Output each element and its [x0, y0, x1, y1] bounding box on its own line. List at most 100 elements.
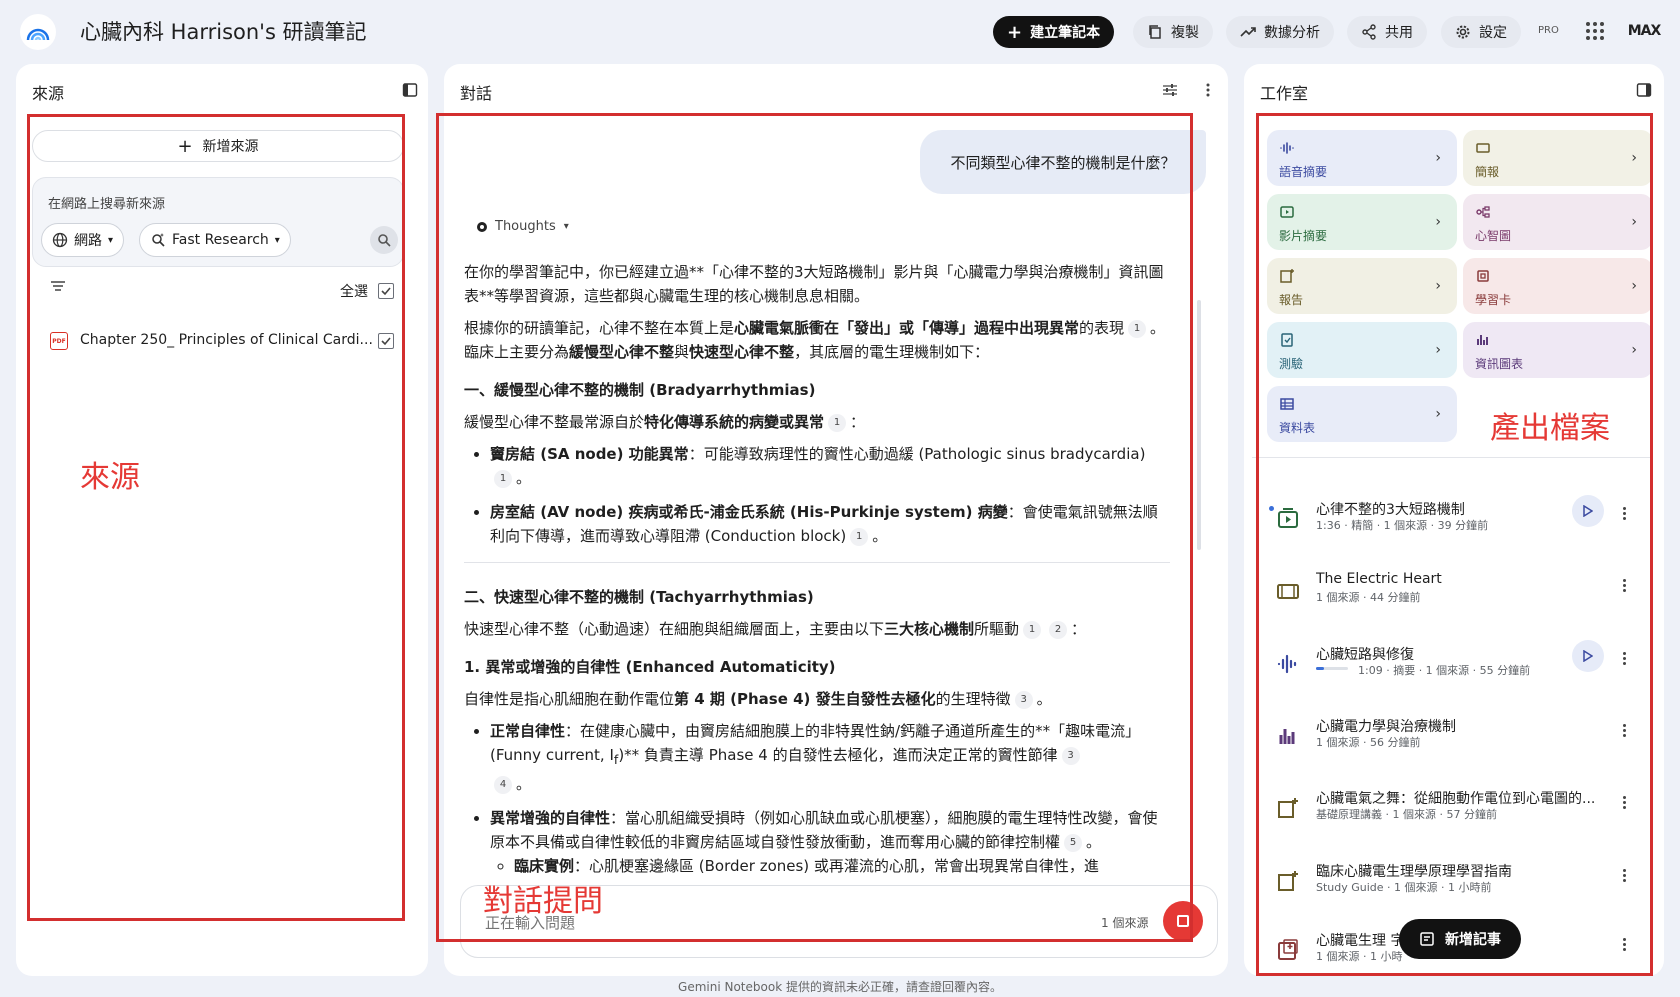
studio-tile-audio-wave[interactable]: 語音摘要 › — [1267, 130, 1457, 186]
artifact-title: The Electric Heart — [1316, 571, 1442, 587]
thoughts-toggle[interactable]: Thoughts ▾ — [477, 219, 569, 234]
filter-icon[interactable] — [50, 278, 66, 292]
studio-tile-label: 資料表 — [1279, 421, 1316, 435]
artifact-meta: 1 個來源 · 1 小時 — [1316, 950, 1403, 963]
studio-tile-report[interactable]: 報告 › — [1267, 258, 1457, 314]
source-item-checkbox[interactable] — [378, 333, 394, 349]
studio-tile-label: 影片摘要 — [1279, 229, 1328, 243]
source-count: 1 個來源 — [1101, 916, 1149, 930]
play-button[interactable] — [1572, 495, 1604, 527]
studio-tile-mindmap[interactable]: 心智圖 › — [1463, 194, 1653, 250]
chevron-right-icon: › — [1435, 214, 1441, 230]
stop-generation-button[interactable] — [1163, 901, 1203, 941]
citation-chip[interactable]: 1 — [1023, 620, 1042, 639]
search-icon — [378, 234, 391, 247]
gear-icon — [1456, 25, 1470, 39]
flashcard-icon — [1477, 270, 1489, 282]
studio-tile-infographic[interactable]: 資訊圖表 › — [1463, 322, 1653, 378]
more-vert-icon[interactable] — [1618, 792, 1630, 812]
select-all-checkbox[interactable] — [378, 283, 394, 299]
play-button[interactable] — [1572, 640, 1604, 672]
tune-icon[interactable] — [1160, 80, 1180, 100]
artifact-meta: 1 個來源 · 44 分鐘前 — [1316, 591, 1421, 604]
chat-panel-title: 對話 — [460, 84, 493, 103]
citation-chip[interactable]: 2 — [1049, 620, 1068, 639]
audio-wave-icon — [1280, 142, 1294, 154]
artifact-meta: 基礎原理講義 · 1 個來源 · 57 分鐘前 — [1316, 808, 1497, 821]
more-vert-icon[interactable] — [1618, 720, 1630, 740]
artifact-item[interactable]: 心臟短路與修復 1:09 · 摘要 · 1 個來源 · 55 分鐘前 — [1266, 640, 1646, 690]
search-input[interactable]: 在網路上搜尋新來源 — [48, 193, 165, 212]
note-icon — [1420, 932, 1434, 946]
list-item: 竇房結 (SA node) 功能異常：可能導致病理性的竇性心動過緩 (Patho… — [490, 442, 1170, 490]
studio-tile-slides[interactable]: 簡報 › — [1463, 130, 1653, 186]
web-source-dropdown[interactable]: 網路 ▾ — [41, 223, 125, 257]
unread-indicator — [1269, 506, 1274, 511]
chevron-right-icon: › — [1631, 278, 1637, 294]
citation-chip[interactable]: 1 — [828, 413, 847, 432]
submit-search-button[interactable] — [370, 226, 398, 254]
chevron-right-icon: › — [1631, 214, 1637, 230]
citation-chip[interactable]: 1 — [850, 527, 869, 546]
citation-chip[interactable]: 1 — [494, 469, 512, 488]
artifact-item[interactable]: 心臟電力學與治療機制 1 個來源 · 56 分鐘前 — [1266, 712, 1646, 762]
chat-scrollbar[interactable] — [1197, 300, 1201, 550]
citation-chip[interactable]: 3 — [1014, 690, 1033, 709]
artifact-item[interactable]: 心臟電氣之舞：從細胞動作電位到心電圖的... 基礎原理講義 · 1 個來源 · 5… — [1266, 784, 1646, 834]
studio-tile-quiz[interactable]: 測驗 › — [1267, 322, 1457, 378]
web-search-box: 在網路上搜尋新來源 網路 ▾ Fast Research ▾ — [32, 177, 404, 267]
play-icon — [1583, 650, 1593, 662]
infographic-icon — [1279, 729, 1295, 744]
studio-tile-label: 語音摘要 — [1279, 165, 1328, 179]
studio-tile-flashcard[interactable]: 學習卡 › — [1463, 258, 1653, 314]
more-vert-icon[interactable] — [1618, 648, 1630, 668]
more-vert-icon[interactable] — [1618, 865, 1630, 885]
create-notebook-button[interactable]: + 建立筆記本 — [993, 16, 1115, 48]
copy-button[interactable]: 複製 — [1133, 16, 1213, 48]
settings-button[interactable]: 設定 — [1441, 16, 1521, 48]
top-bar: 心臟內科 Harrison's 研讀筆記 + 建立筆記本 複製 數據分析 共用 … — [0, 0, 1680, 62]
notebook-title[interactable]: 心臟內科 Harrison's 研讀筆記 — [80, 16, 367, 46]
studio-tile-label: 報告 — [1279, 293, 1304, 307]
copy-icon — [1149, 25, 1161, 39]
more-vert-icon[interactable] — [1198, 80, 1218, 100]
more-vert-icon[interactable] — [1618, 575, 1630, 595]
collapse-sources-icon[interactable] — [400, 80, 420, 100]
artifact-item[interactable]: The Electric Heart 1 個來源 · 44 分鐘前 — [1266, 567, 1646, 617]
audio-progress-bar[interactable] — [1316, 667, 1348, 670]
citation-chip[interactable]: 3 — [1061, 746, 1080, 765]
apps-grid-icon[interactable] — [1586, 22, 1604, 40]
slides-icon — [1476, 143, 1490, 153]
studio-tile-table[interactable]: 資料表 › — [1267, 386, 1457, 442]
pdf-icon: PDF — [50, 332, 68, 350]
citation-chip[interactable]: 1 — [1128, 319, 1147, 338]
report-icon — [1280, 269, 1294, 283]
artifact-title: 心臟短路與修復 — [1316, 647, 1414, 663]
share-button[interactable]: 共用 — [1347, 16, 1427, 48]
notebook-logo-icon[interactable] — [20, 14, 56, 50]
collapse-studio-icon[interactable] — [1634, 80, 1654, 100]
studio-tile-label: 測驗 — [1279, 357, 1304, 371]
artifact-item[interactable]: 臨床心臟電生理學原理學習指南 Study Guide · 1 個來源 · 1 小時… — [1266, 857, 1646, 907]
more-vert-icon[interactable] — [1618, 503, 1630, 523]
citation-chip[interactable]: 5 — [1064, 833, 1083, 852]
add-source-button[interactable]: + 新增來源 — [32, 130, 404, 162]
avatar[interactable]: MAX — [1626, 16, 1662, 46]
artifact-title: 臨床心臟電生理學原理學習指南 — [1316, 864, 1512, 880]
studio-tile-label: 資訊圖表 — [1475, 357, 1524, 371]
more-vert-icon[interactable] — [1618, 934, 1630, 954]
artifact-item[interactable]: 心律不整的3大短路機制 1:36 · 精簡 · 1 個來源 · 39 分鐘前 — [1266, 495, 1646, 545]
chevron-down-icon: ▾ — [274, 234, 280, 246]
research-mode-dropdown[interactable]: Fast Research ▾ — [139, 223, 291, 257]
studio-tile-video[interactable]: 影片摘要 › — [1267, 194, 1457, 250]
thoughts-dot-icon — [477, 221, 487, 232]
flashcard-icon — [1278, 939, 1298, 960]
trending-icon — [1240, 27, 1256, 37]
slides-icon — [1277, 584, 1299, 599]
list-item: 臨床實例：心肌梗塞邊緣區 (Border zones) 或再灌流的心肌，常會出現… — [514, 854, 1170, 878]
add-note-button[interactable]: 新增記事 — [1399, 919, 1521, 959]
analytics-button[interactable]: 數據分析 — [1226, 16, 1334, 48]
chevron-right-icon: › — [1435, 150, 1441, 166]
citation-chip[interactable]: 4 — [494, 775, 512, 794]
chevron-right-icon: › — [1631, 150, 1637, 166]
